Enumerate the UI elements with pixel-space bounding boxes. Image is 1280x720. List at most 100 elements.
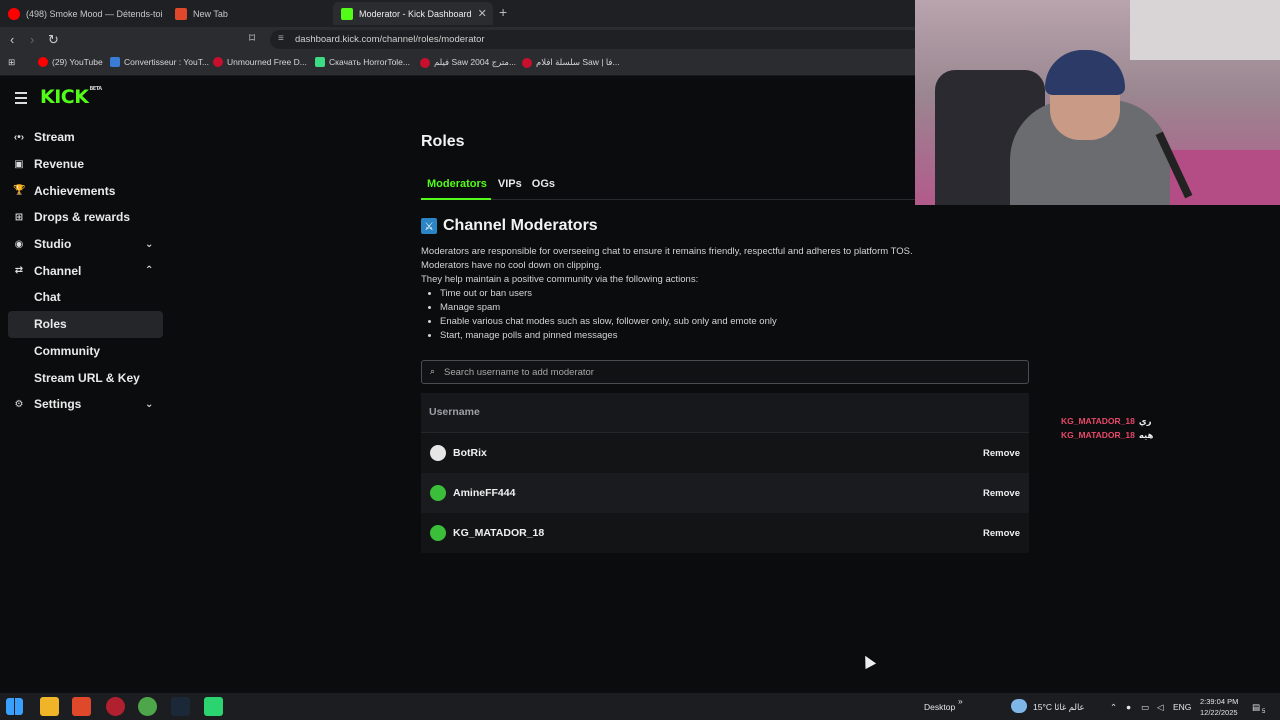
language-indicator[interactable]: ENG <box>1173 702 1191 712</box>
table-row: AmineFF444 Remove <box>421 473 1029 513</box>
browser-tab-active[interactable]: Moderator - Kick Dashboard ✕ <box>333 2 493 25</box>
apps-icon[interactable]: ⊞ <box>8 57 15 68</box>
stream-app-icon[interactable] <box>204 697 223 716</box>
browser-tab[interactable]: New Tab <box>167 2 332 25</box>
chat-username: KG_MATADOR_18 <box>1061 416 1135 426</box>
sidebar-item-label: Achievements <box>34 183 116 198</box>
notification-count: 5 <box>1262 709 1266 715</box>
channel-icon: ⇄ <box>14 265 24 277</box>
tray-expand-icon[interactable]: ⌃ <box>1110 702 1117 713</box>
active-tab-indicator <box>421 198 491 200</box>
app-icon[interactable] <box>106 697 125 716</box>
site-icon <box>522 57 532 68</box>
drops-icon: ⊞ <box>14 211 24 223</box>
username[interactable]: BotRix <box>453 447 487 459</box>
description-line: They help maintain a positive community … <box>421 274 699 285</box>
clock-time[interactable]: 2:39:04 PM <box>1200 697 1238 706</box>
clock-date[interactable]: 12/22/2025 <box>1200 708 1238 717</box>
reload-icon[interactable]: ↻ <box>48 32 59 48</box>
chevron-up-icon[interactable]: ⌃ <box>145 265 153 276</box>
kick-logo[interactable]: KICKBETA <box>40 86 102 108</box>
tab-moderators[interactable]: Moderators <box>421 178 487 190</box>
sidebar-item-label: Stream URL & Key <box>34 370 140 385</box>
sidebar-item-achievements[interactable]: 🏆 Achievements <box>0 177 170 204</box>
chat-text: ري <box>1138 416 1152 426</box>
section-title: ⚔ Channel Moderators <box>421 217 598 235</box>
notification-icon[interactable]: ▤ <box>1252 702 1260 713</box>
file-explorer-icon[interactable] <box>40 697 59 716</box>
weather-icon[interactable] <box>1011 699 1027 713</box>
brave-icon[interactable] <box>72 697 91 716</box>
search-placeholder: Search username to add moderator <box>444 367 594 378</box>
sidebar-item-settings[interactable]: ⚙ Settings ⌄ <box>0 391 170 418</box>
chevron-down-icon[interactable]: ⌄ <box>145 239 153 250</box>
chat-message: KG_MATADOR_18 هيه <box>1061 428 1153 442</box>
gear-icon: ⚙ <box>14 398 24 410</box>
stream-icon: ‹•› <box>13 131 25 143</box>
menu-icon[interactable] <box>15 92 27 107</box>
tab-ogs[interactable]: OGs <box>522 178 555 190</box>
remove-button[interactable]: Remove <box>983 528 1020 539</box>
sidebar-item-channel[interactable]: ⇄ Channel ⌃ <box>0 257 170 284</box>
sidebar-item-label: Community <box>34 343 100 358</box>
chat-message: KG_MATADOR_18 ري <box>1061 414 1153 428</box>
remove-button[interactable]: Remove <box>983 448 1020 459</box>
sidebar-item-stream[interactable]: ‹•› Stream <box>0 124 170 151</box>
sidebar-item-community[interactable]: Community <box>0 338 170 365</box>
chevron-down-icon[interactable]: ⌄ <box>145 399 153 410</box>
sidebar-item-label: Drops & rewards <box>34 210 131 225</box>
sidebar-item-roles[interactable]: Roles <box>8 310 163 338</box>
tab-title: New Tab <box>193 8 228 19</box>
weather-text[interactable]: 15°C عالم غائا <box>1033 702 1085 713</box>
tab-title: Moderator - Kick Dashboard <box>359 8 472 19</box>
microphone-icon[interactable]: ● <box>1126 702 1131 712</box>
sidebar-item-chat[interactable]: Chat <box>0 284 170 311</box>
search-icon: ⌕ <box>430 366 436 376</box>
sword-icon: ⚔ <box>421 218 437 234</box>
speaker-icon[interactable]: ◁ <box>1157 702 1164 713</box>
sidebar-item-label: Stream <box>34 130 75 145</box>
username[interactable]: KG_MATADOR_18 <box>453 527 544 539</box>
close-tab-icon[interactable]: ✕ <box>478 7 487 20</box>
sidebar-item-revenue[interactable]: ▣ Revenue <box>0 151 170 178</box>
list-item: Enable various chat modes such as slow, … <box>440 315 1031 329</box>
studio-icon: ◉ <box>14 238 24 250</box>
bookmark-item[interactable]: فيلم Saw 2004 مترج... <box>420 57 516 68</box>
webcam-overlay <box>915 0 1280 205</box>
steam-icon[interactable] <box>171 697 190 716</box>
forward-icon[interactable]: › <box>30 32 34 47</box>
torrent-icon <box>315 57 325 67</box>
sidebar-item-stream-url-key[interactable]: Stream URL & Key <box>0 364 170 391</box>
bookmark-item[interactable]: Unmourned Free D... <box>213 57 307 67</box>
sidebar-item-drops[interactable]: ⊞ Drops & rewards <box>0 204 170 231</box>
new-tab-button[interactable]: + <box>499 4 507 20</box>
list-item: Start, manage polls and pinned messages <box>440 329 1031 343</box>
chevron-icon[interactable]: » <box>958 696 963 706</box>
moderator-search-input[interactable]: ⌕ Search username to add moderator <box>421 360 1029 384</box>
bookmark-item[interactable]: Convertisseur : YouT... <box>110 57 209 67</box>
revenue-icon: ▣ <box>14 158 24 170</box>
username[interactable]: AmineFF444 <box>453 487 515 499</box>
kick-icon <box>341 7 353 20</box>
browser-tab[interactable]: (498) Smoke Mood — Détends-toi | <box>0 2 165 25</box>
site-icon <box>213 57 223 67</box>
url-field[interactable]: ≡ dashboard.kick.com/channel/roles/moder… <box>270 30 920 49</box>
bookmark-icon[interactable]: ⌑ <box>249 31 255 45</box>
windows-start-icon[interactable] <box>6 698 23 715</box>
youtube-icon <box>8 7 20 20</box>
bookmark-item[interactable]: سلسلة افلام Saw | فا... <box>522 57 620 68</box>
network-icon[interactable]: ▭ <box>1141 702 1149 713</box>
site-info-icon[interactable]: ≡ <box>278 33 284 44</box>
bookmark-item[interactable]: (29) YouTube <box>38 57 103 67</box>
url-text: dashboard.kick.com/channel/roles/moderat… <box>295 34 485 45</box>
sidebar-item-studio[interactable]: ◉ Studio ⌄ <box>0 231 170 258</box>
remove-button[interactable]: Remove <box>983 488 1020 499</box>
tab-vips[interactable]: VIPs <box>487 178 522 190</box>
back-icon[interactable]: ‹ <box>10 32 14 47</box>
chat-username: KG_MATADOR_18 <box>1061 430 1135 440</box>
description-line: Moderators are responsible for overseein… <box>421 246 913 257</box>
desktop-label[interactable]: Desktop <box>924 702 955 712</box>
trophy-icon: 🏆 <box>13 185 26 197</box>
utorrent-icon[interactable] <box>138 697 157 716</box>
bookmark-item[interactable]: Скачать HorrorTole... <box>315 57 410 67</box>
